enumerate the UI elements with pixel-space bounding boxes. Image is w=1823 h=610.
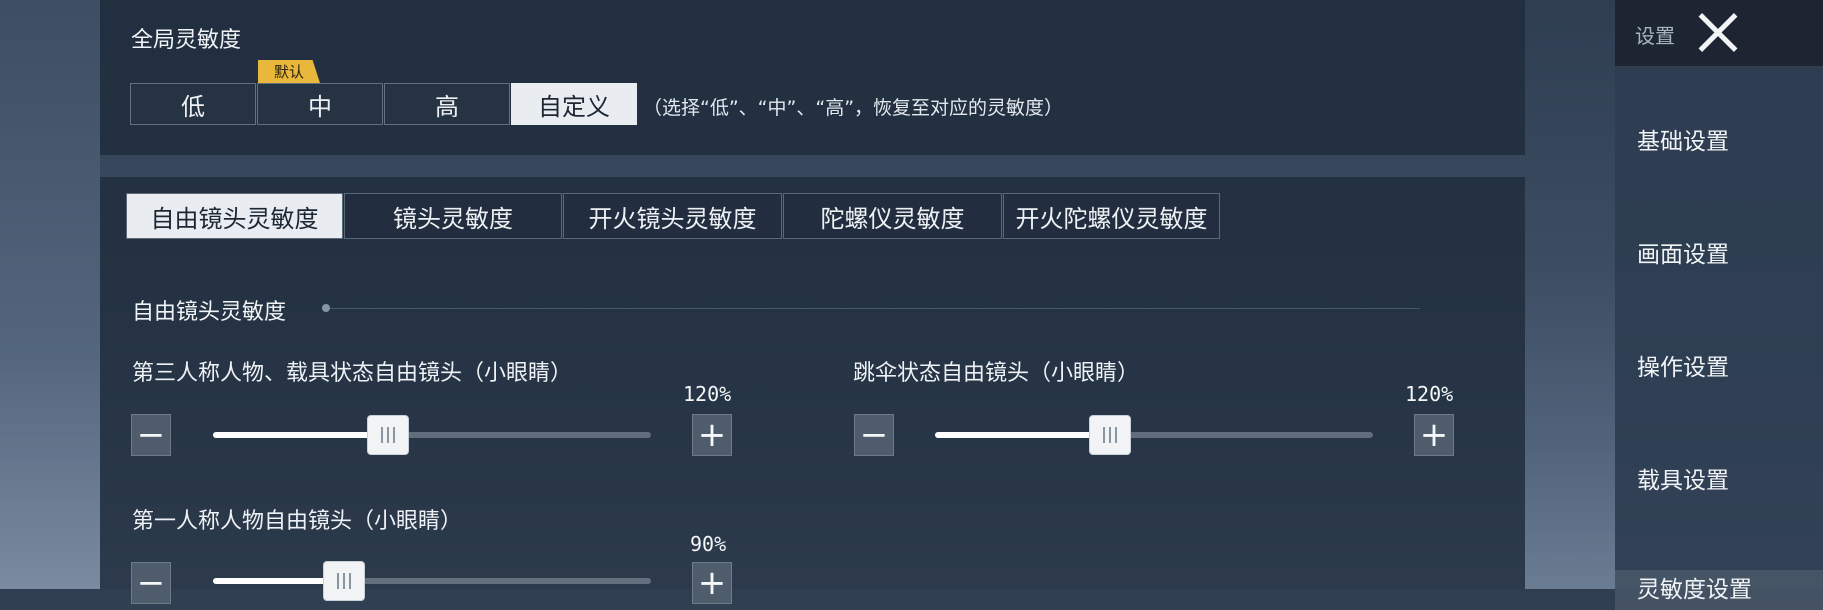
parachute-slider-fill bbox=[935, 432, 1110, 438]
sidebar-item-controls[interactable]: 操作设置 bbox=[1637, 348, 1729, 382]
free-look-section-title: 自由镜头灵敏度 bbox=[132, 300, 287, 325]
settings-title: 设置 bbox=[1635, 24, 1675, 48]
tab-fire-camera[interactable]: 开火镜头灵敏度 bbox=[563, 193, 782, 239]
section-divider bbox=[330, 308, 1420, 309]
first-person-slider-track[interactable] bbox=[213, 561, 651, 601]
parachute-increase-button[interactable]: + bbox=[1414, 414, 1454, 456]
global-sensitivity-hint: （选择“低”、“中”、“高”，恢复至对应的灵敏度） bbox=[643, 97, 1064, 119]
sensitivity-tabs: 自由镜头灵敏度 镜头灵敏度 开火镜头灵敏度 陀螺仪灵敏度 开火陀螺仪灵敏度 bbox=[126, 193, 1221, 239]
parachute-free-look-label: 跳伞状态自由镜头（小眼睛） bbox=[853, 361, 1140, 386]
sidebar-item-vehicle[interactable]: 载具设置 bbox=[1637, 461, 1729, 495]
sidebar-item-basic[interactable]: 基础设置 bbox=[1637, 122, 1729, 156]
parachute-slider-handle[interactable] bbox=[1089, 415, 1131, 455]
first-person-free-look-value: 90% bbox=[690, 532, 727, 556]
third-person-increase-button[interactable]: + bbox=[692, 414, 732, 456]
first-person-decrease-button[interactable]: − bbox=[131, 562, 171, 604]
tab-gyroscope[interactable]: 陀螺仪灵敏度 bbox=[783, 193, 1002, 239]
third-person-decrease-button[interactable]: − bbox=[131, 414, 171, 456]
first-person-increase-button[interactable]: + bbox=[692, 562, 732, 604]
sidebar-item-sensitivity[interactable]: 灵敏度设置 bbox=[1615, 570, 1823, 610]
tab-camera[interactable]: 镜头灵敏度 bbox=[344, 193, 562, 239]
parachute-decrease-button[interactable]: − bbox=[854, 414, 894, 456]
option-low-button[interactable]: 低 bbox=[130, 83, 256, 125]
option-custom-button[interactable]: 自定义 bbox=[511, 83, 637, 125]
tab-fire-gyroscope[interactable]: 开火陀螺仪灵敏度 bbox=[1003, 193, 1220, 239]
settings-sidebar: 设置 基础设置 画面设置 操作设置 载具设置 灵敏度设置 bbox=[1615, 0, 1823, 610]
sidebar-header: 设置 bbox=[1615, 0, 1823, 66]
parachute-slider-track[interactable] bbox=[935, 415, 1373, 455]
option-medium-button[interactable]: 中 bbox=[257, 83, 383, 125]
third-person-slider-track[interactable] bbox=[213, 415, 651, 455]
background-edge bbox=[0, 0, 100, 589]
third-person-slider-handle[interactable] bbox=[367, 415, 409, 455]
section-divider-dot bbox=[322, 304, 330, 312]
third-person-free-look-label: 第三人称人物、载具状态自由镜头（小眼睛） bbox=[132, 361, 573, 386]
third-person-free-look-value: 120% bbox=[683, 382, 732, 406]
option-high-button[interactable]: 高 bbox=[384, 83, 510, 125]
default-badge: 默认 bbox=[258, 60, 320, 83]
third-person-slider-fill bbox=[213, 432, 388, 438]
tab-free-look[interactable]: 自由镜头灵敏度 bbox=[126, 193, 343, 239]
first-person-free-look-label: 第一人称人物自由镜头（小眼睛） bbox=[132, 509, 463, 534]
parachute-free-look-value: 120% bbox=[1405, 382, 1454, 406]
global-sensitivity-selector: 低 中 高 自定义 bbox=[130, 83, 638, 127]
close-icon[interactable] bbox=[1695, 10, 1741, 56]
sidebar-item-graphics[interactable]: 画面设置 bbox=[1637, 235, 1729, 269]
first-person-slider-handle[interactable] bbox=[323, 561, 365, 601]
global-sensitivity-title: 全局灵敏度 bbox=[131, 28, 242, 53]
